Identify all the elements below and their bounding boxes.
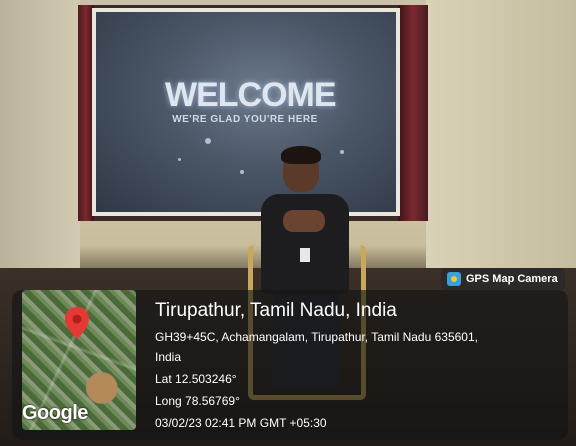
speaker-hands xyxy=(283,210,325,232)
location-title: Tirupathur, Tamil Nadu, India xyxy=(155,300,397,321)
screen-sparkle xyxy=(205,138,211,144)
gps-map-camera-icon xyxy=(447,272,461,286)
latitude: Lat 12.503246° xyxy=(155,372,237,386)
address-line-1: GH39+45C, Achamangalam, Tirupathur, Tami… xyxy=(155,330,478,344)
curtain-left xyxy=(78,5,94,221)
app-watermark: GPS Map Camera xyxy=(441,268,565,290)
timestamp: 03/02/23 02:41 PM GMT +05:30 xyxy=(155,416,327,430)
address-line-2: India xyxy=(155,350,182,364)
geotagged-photo: WELCOME WE'RE GLAD YOU'RE HERE GPS Map C… xyxy=(0,0,576,446)
screen-sparkle xyxy=(240,170,244,174)
speaker-torso xyxy=(261,194,349,294)
wall-left xyxy=(0,0,80,290)
id-badge xyxy=(300,248,310,262)
screen-subline: WE'RE GLAD YOU'RE HERE xyxy=(172,114,318,125)
wall-right xyxy=(426,0,576,290)
map-logo: Google xyxy=(22,402,88,424)
app-watermark-label: GPS Map Camera xyxy=(466,273,558,285)
map-pin-icon xyxy=(65,307,89,339)
screen-headline: WELCOME xyxy=(165,76,337,114)
curtain-right xyxy=(398,5,428,221)
longitude: Long 78.56769° xyxy=(155,394,240,408)
screen-sparkle xyxy=(178,158,181,161)
speaker-hair xyxy=(281,146,321,164)
